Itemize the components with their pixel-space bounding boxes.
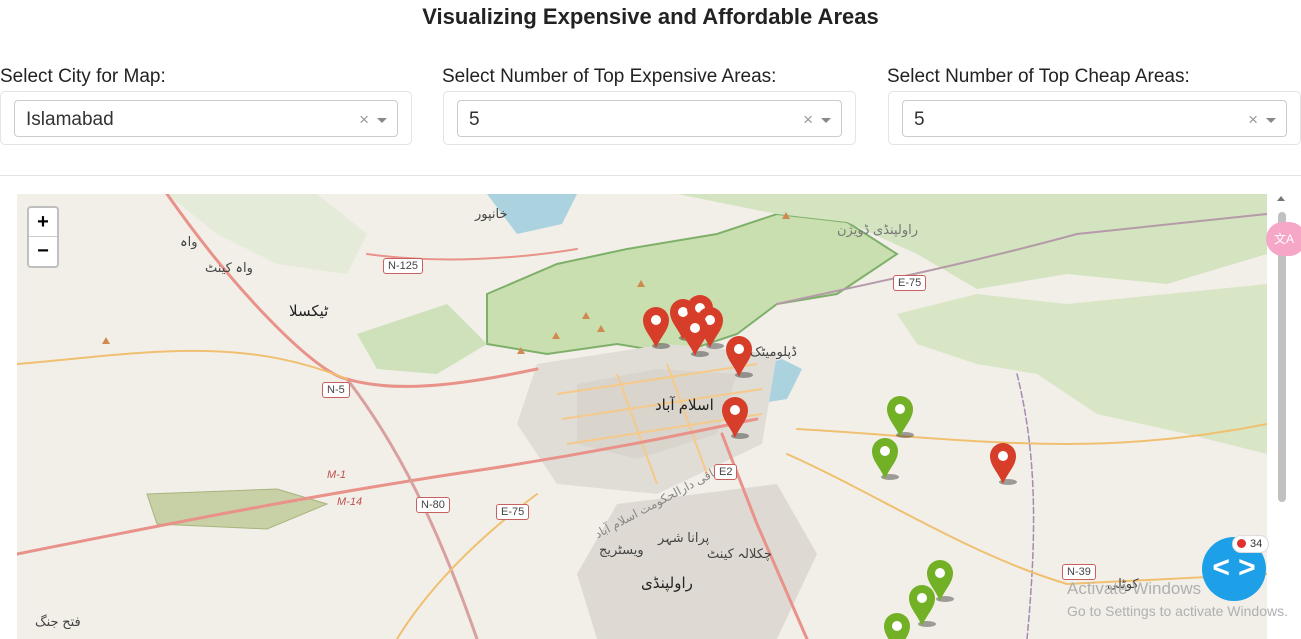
map-scrollbar[interactable]	[1274, 194, 1288, 639]
place-label-khanpur: خانپور	[475, 206, 508, 221]
place-label-fateh-jang: فتح جنگ	[35, 614, 81, 629]
city-select-label: Select City for Map:	[0, 66, 166, 87]
expensive-area-marker[interactable]	[720, 396, 750, 440]
expensive-count-label: Select Number of Top Expensive Areas:	[442, 66, 777, 87]
zoom-out-button[interactable]: −	[29, 237, 57, 266]
road-shield: E-75	[496, 504, 530, 520]
expensive-select-card: 5 ×	[443, 91, 856, 145]
road-shield: N-80	[416, 497, 450, 513]
page-title: Visualizing Expensive and Affordable Are…	[422, 4, 879, 29]
place-label-wah-cantt: واہ کینٹ	[205, 260, 253, 275]
affordable-area-marker[interactable]	[882, 612, 912, 639]
place-label-rawalpindi-cantt: چکلالہ کینٹ	[707, 546, 772, 561]
cheap-count-label: Select Number of Top Cheap Areas:	[887, 66, 1190, 87]
expensive-count-dropdown[interactable]: 5 ×	[457, 100, 842, 137]
road-shield: N-5	[322, 382, 350, 398]
expensive-clear-icon[interactable]: ×	[803, 110, 813, 130]
place-label-diplomatic: ڈپلومیٹک	[750, 344, 797, 359]
road-shield: E-75	[893, 275, 927, 291]
cheap-clear-icon[interactable]: ×	[1248, 110, 1258, 130]
place-label-taxila: ٹیکسلا	[289, 303, 329, 320]
zoom-control: + −	[27, 206, 59, 268]
road-label: M-14	[337, 496, 363, 508]
error-count-badge[interactable]: 34	[1232, 535, 1270, 553]
road-shield: N-125	[383, 258, 423, 274]
activate-windows-subtitle: Go to Settings to activate Windows.	[1067, 603, 1288, 619]
place-label-islamabad: اسلام آباد	[655, 397, 714, 414]
cheap-select-card: 5 ×	[888, 91, 1301, 145]
city-select-dropdown[interactable]: Islamabad ×	[14, 100, 398, 137]
scroll-up-icon[interactable]	[1277, 196, 1285, 201]
chevron-down-icon[interactable]	[821, 118, 831, 123]
place-label-westridge: ویسٹریج	[599, 542, 644, 557]
expensive-area-marker[interactable]	[988, 442, 1018, 486]
expensive-area-marker[interactable]	[641, 306, 671, 350]
error-dot-icon	[1237, 539, 1246, 548]
place-label-rawalpindi-division: راولپنڈی ڈویژن	[837, 222, 918, 237]
road-label: M-1	[327, 469, 346, 481]
zoom-in-button[interactable]: +	[29, 208, 57, 237]
city-select-value: Islamabad	[26, 109, 114, 130]
activate-windows-title: Activate Windows	[1067, 579, 1202, 598]
map-view[interactable]: واہ واہ کینٹ ٹیکسلا اسلام آباد راولپنڈی …	[17, 194, 1267, 639]
road-shield: N-39	[1062, 564, 1096, 580]
place-label-purana-shehr: پرانا شہر	[658, 530, 710, 545]
cheap-count-dropdown[interactable]: 5 ×	[902, 100, 1287, 137]
expensive-count-value: 5	[469, 109, 480, 130]
affordable-area-marker[interactable]	[870, 437, 900, 481]
city-clear-icon[interactable]: ×	[359, 110, 369, 130]
place-label-wah: واہ	[180, 234, 198, 249]
chevron-down-icon[interactable]	[1266, 118, 1276, 123]
chevron-down-icon[interactable]	[377, 118, 387, 123]
expensive-area-marker[interactable]	[724, 335, 754, 379]
road-shield: E2	[714, 464, 738, 480]
error-count: 34	[1250, 538, 1263, 550]
affordable-area-marker[interactable]	[885, 395, 915, 439]
cheap-count-value: 5	[914, 109, 925, 130]
place-label-rawalpindi: راولپنڈی	[641, 575, 693, 592]
translate-icon[interactable]: 文A	[1266, 222, 1301, 256]
expensive-area-marker[interactable]	[680, 314, 710, 358]
city-select-card: Islamabad ×	[0, 91, 412, 145]
